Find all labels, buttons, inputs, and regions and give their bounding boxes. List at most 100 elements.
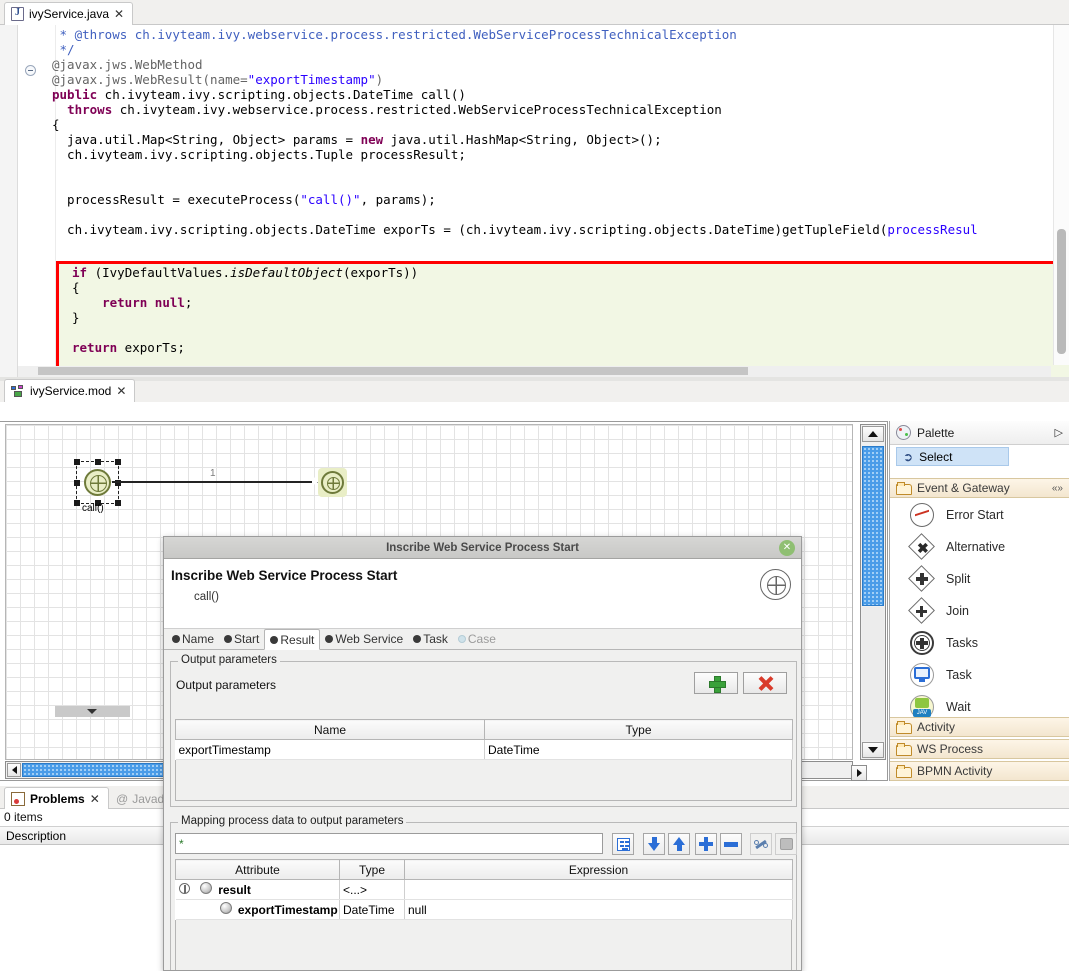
select-label: Select <box>919 449 953 464</box>
web-service-globe-icon <box>760 569 791 600</box>
cell-attribute-exporttimestamp[interactable]: exportTimestamp <box>175 899 340 920</box>
palette-item-alternative[interactable]: ✖ Alternative <box>890 531 1069 563</box>
close-icon[interactable]: ✕ <box>116 385 126 397</box>
add-parameter-button[interactable] <box>694 672 738 694</box>
move-up-button[interactable] <box>668 833 690 855</box>
palette-scroll-down-handle[interactable] <box>55 706 130 717</box>
arrow-down-icon <box>647 837 661 851</box>
cell-parameter-name[interactable]: exportTimestamp <box>175 739 485 760</box>
plus-icon <box>699 837 713 851</box>
tab-web-service[interactable]: Web Service <box>320 629 408 649</box>
palette-group-label: Activity <box>917 720 956 734</box>
tab-label: Case <box>467 632 496 646</box>
delete-x-icon <box>758 676 773 691</box>
table-row[interactable]: exportTimestamp DateTime null <box>175 899 793 920</box>
mapping-filter-input[interactable] <box>175 833 603 854</box>
code-horizontal-scroll-thumb[interactable] <box>38 367 748 375</box>
code-vertical-scroll-thumb[interactable] <box>1057 229 1066 354</box>
diagram-horizontal-scroll-thumb[interactable] <box>22 763 174 777</box>
fold-collapse-icon[interactable] <box>25 65 36 76</box>
scroll-up-button[interactable] <box>862 426 884 442</box>
tab-result[interactable]: Result <box>264 629 321 650</box>
remove-mapping-button[interactable] <box>720 833 742 855</box>
sequence-flow-connector[interactable] <box>112 481 318 483</box>
stamp-icon <box>779 838 793 850</box>
palette-item-label: Wait <box>946 700 971 714</box>
cell-expression[interactable] <box>404 879 793 900</box>
column-header-name[interactable]: Name <box>175 719 485 740</box>
cell-attribute-result[interactable]: result <box>175 879 340 900</box>
triangle-left-icon <box>11 766 17 774</box>
remove-parameter-button[interactable] <box>743 672 787 694</box>
cell-parameter-type[interactable]: DateTime <box>484 739 793 760</box>
column-header-type[interactable]: Type <box>339 859 405 880</box>
tab-ivyservice-mod[interactable]: ivyService.mod ✕ <box>4 379 136 402</box>
cell-type[interactable]: DateTime <box>339 899 405 920</box>
close-icon[interactable]: ✕ <box>114 8 124 20</box>
web-service-process-start-node[interactable] <box>84 469 111 496</box>
mod-tab-label: ivyService.mod <box>30 384 112 398</box>
output-parameters-table[interactable]: Name Type exportTimestamp DateTime <box>175 719 793 760</box>
palette-group-activity[interactable]: Activity <box>890 717 1069 737</box>
dialog-title-bar[interactable]: Inscribe Web Service Process Start <box>164 537 801 559</box>
code-vertical-scrollbar[interactable] <box>1053 25 1069 365</box>
expand-toggle-icon[interactable] <box>178 883 190 894</box>
table-row[interactable]: exportTimestamp DateTime <box>175 739 793 760</box>
palette-item-label: Tasks <box>946 636 978 650</box>
mapping-table[interactable]: Attribute Type Expression result <...> e… <box>175 859 793 920</box>
editor-scroll-right-button[interactable] <box>851 765 867 781</box>
tree-outline-button[interactable] <box>612 833 634 855</box>
mod-editor-tab-bar: ivyService.mod ✕ <box>0 379 1069 402</box>
attribute-label: result <box>218 883 251 897</box>
palette-tool-select[interactable]: ➲ Select <box>896 447 1009 466</box>
palette-group-event-gateway[interactable]: Event & Gateway «» <box>890 478 1069 498</box>
tab-task[interactable]: Task <box>408 629 453 649</box>
palette-item-tasks[interactable]: Tasks <box>890 627 1069 659</box>
cell-expression[interactable]: null <box>404 899 793 920</box>
move-down-button[interactable] <box>643 833 665 855</box>
tab-case[interactable]: Case <box>453 629 501 649</box>
palette-title: Palette <box>917 425 955 440</box>
tab-ivyservice-java[interactable]: ivyService.java ✕ <box>4 2 134 25</box>
diagram-vertical-scroll-track[interactable] <box>862 607 884 741</box>
column-header-attribute[interactable]: Attribute <box>175 859 340 880</box>
dialog-header: Inscribe Web Service Process Start call(… <box>164 559 801 629</box>
scroll-left-button[interactable] <box>7 763 21 777</box>
highlighted-code-text: if (IvyDefaultValues.isDefaultObject(exp… <box>72 265 419 355</box>
collapse-all-icon[interactable]: «» <box>1052 483 1063 494</box>
scroll-down-button[interactable] <box>862 742 884 758</box>
palette-group-ws-process[interactable]: WS Process <box>890 739 1069 759</box>
tab-name[interactable]: Name <box>167 629 219 649</box>
editor-annotation-gutter <box>0 25 18 377</box>
stamp-button <box>775 833 797 855</box>
tab-start[interactable]: Start <box>219 629 264 649</box>
palette-item-label: Join <box>946 604 969 618</box>
palette-expand-icon[interactable]: ▷ <box>1055 426 1063 439</box>
diagram-vertical-scrollbar[interactable] <box>860 424 886 760</box>
palette-item-split[interactable]: Split <box>890 563 1069 595</box>
java-file-icon <box>11 7 24 21</box>
table-row[interactable]: result <...> <box>175 879 793 900</box>
code-horizontal-scrollbar[interactable] <box>18 366 1051 377</box>
palette-item-join[interactable]: Join <box>890 595 1069 627</box>
tab-status-dot-icon <box>413 635 422 643</box>
palette-item-task[interactable]: Task <box>890 659 1069 691</box>
column-header-expression[interactable]: Expression <box>404 859 793 880</box>
cell-type[interactable]: <...> <box>339 879 405 900</box>
dialog-subheading: call() <box>194 591 219 603</box>
add-mapping-button[interactable] <box>695 833 717 855</box>
output-parameters-label: Output parameters <box>176 678 277 692</box>
column-header-type[interactable]: Type <box>484 719 793 740</box>
problems-tab-label: Problems <box>30 791 85 806</box>
diagram-vertical-scroll-thumb[interactable] <box>862 446 884 606</box>
edit-expression-button[interactable] <box>750 833 772 855</box>
tab-problems[interactable]: Problems ✕ <box>4 787 109 809</box>
table-header-row: Name Type <box>175 719 793 740</box>
java-code-editor[interactable]: * @throws ch.ivyteam.ivy.webservice.proc… <box>0 25 1069 377</box>
folder-open-icon <box>896 482 912 495</box>
close-icon[interactable]: ✕ <box>90 793 100 805</box>
palette-group-bpmn-activity[interactable]: BPMN Activity <box>890 761 1069 781</box>
palette-item-error-start[interactable]: Error Start <box>890 499 1069 531</box>
tab-label: Name <box>182 632 215 646</box>
close-icon[interactable]: ✕ <box>779 540 795 556</box>
